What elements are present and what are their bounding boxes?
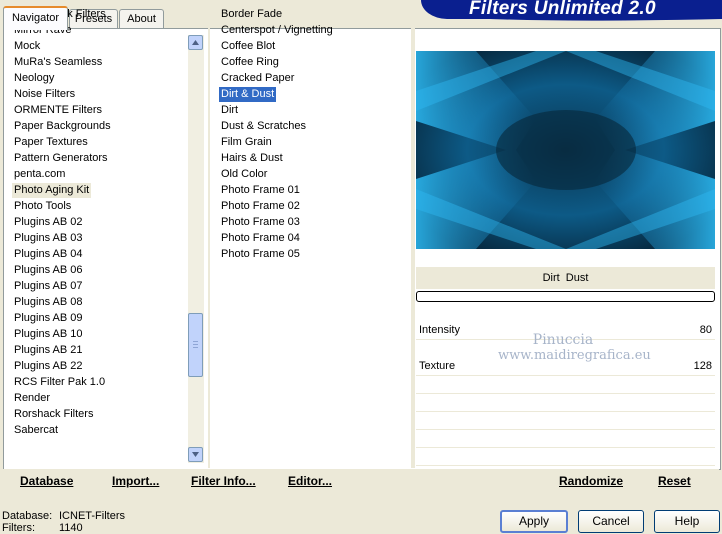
param-row-empty xyxy=(416,447,715,466)
watermark-url: www.maidiregrafica.eu xyxy=(498,348,651,363)
filter-item[interactable]: Border Fade xyxy=(219,7,284,22)
filter-item[interactable]: Cracked Paper xyxy=(219,71,296,86)
param-row-empty xyxy=(416,393,715,412)
category-item[interactable]: Plugins AB 22 xyxy=(12,359,85,374)
arrow-up-icon xyxy=(192,40,199,45)
preview-divider xyxy=(411,28,415,468)
randomize-link[interactable]: Randomize xyxy=(559,474,623,488)
category-item[interactable]: Photo Aging Kit xyxy=(12,183,92,198)
category-item[interactable]: Plugins AB 03 xyxy=(12,231,85,246)
scroll-down-button[interactable] xyxy=(188,447,203,462)
status-filters-label: Filters: xyxy=(2,522,35,534)
editor-link[interactable]: Editor... xyxy=(288,474,332,488)
category-item[interactable]: Plugins AB 08 xyxy=(12,295,85,310)
category-item[interactable]: MuRa's Seamless xyxy=(12,55,104,70)
filter-info-link[interactable]: Filter Info... xyxy=(191,474,256,488)
filter-list[interactable]: Border Fade Centerspot / Vignetting Coffee… xyxy=(219,7,409,263)
param-value: 128 xyxy=(693,360,712,372)
category-item[interactable]: Plugins AB 02 xyxy=(12,215,85,230)
filter-item[interactable]: Centerspot / Vignetting xyxy=(219,23,335,38)
import-link[interactable]: Import... xyxy=(112,474,159,488)
status-filters-value: 1140 xyxy=(59,522,83,534)
category-item[interactable]: Plugins AB 07 xyxy=(12,279,85,294)
category-item[interactable]: ORMENTE Filters xyxy=(12,103,104,118)
arrow-down-icon xyxy=(192,452,199,457)
param-value: 80 xyxy=(699,324,712,336)
param-row-empty xyxy=(416,411,715,430)
filter-item[interactable]: Photo Frame 01 xyxy=(219,183,302,198)
filter-name-label: Dirt Dust xyxy=(416,267,715,289)
tab-navigator[interactable]: Navigator xyxy=(3,6,68,30)
banner-swoosh xyxy=(451,17,722,21)
apply-button[interactable]: Apply xyxy=(500,510,568,533)
filter-item[interactable]: Photo Frame 03 xyxy=(219,215,302,230)
category-item[interactable]: Render xyxy=(12,391,52,406)
filter-item[interactable]: Dust & Scratches xyxy=(219,119,308,134)
category-item[interactable]: Plugins AB 10 xyxy=(12,327,85,342)
category-item[interactable]: Paper Backgrounds xyxy=(12,119,113,134)
filter-item[interactable]: Coffee Blot xyxy=(219,39,277,54)
filter-item[interactable]: Coffee Ring xyxy=(219,55,281,70)
watermark-name: Pinuccia xyxy=(532,332,594,348)
category-item[interactable]: Plugins AB 06 xyxy=(12,263,85,278)
filter-item[interactable]: Old Color xyxy=(219,167,269,182)
status-database-value: ICNET-Filters xyxy=(59,510,125,522)
status-database-label: Database: xyxy=(2,510,53,522)
category-item[interactable]: Neology xyxy=(12,71,56,86)
scroll-up-button[interactable] xyxy=(188,35,203,50)
category-item[interactable]: RCS Filter Pak 1.0 xyxy=(12,375,107,390)
category-item[interactable]: Photo Tools xyxy=(12,199,73,214)
database-link[interactable]: Database xyxy=(20,474,73,488)
param-label: Texture xyxy=(419,360,456,372)
category-item[interactable]: Plugins AB 09 xyxy=(12,311,85,326)
param-row-empty xyxy=(416,429,715,448)
category-item[interactable]: Rorshack Filters xyxy=(12,407,95,422)
status-filters: Filters: 1140 xyxy=(2,522,202,534)
category-list[interactable]: MediaSpark FiltersMirror RaveMockMuRa's … xyxy=(12,7,186,436)
category-item[interactable]: Mock xyxy=(12,39,42,54)
column-divider xyxy=(208,28,210,468)
reset-link[interactable]: Reset xyxy=(658,474,691,488)
category-scrollbar[interactable] xyxy=(187,35,204,463)
help-button[interactable]: Help xyxy=(654,510,720,533)
parameter-list: Intensity 80 Texture 128 xyxy=(416,304,715,466)
category-item[interactable]: Noise Filters xyxy=(12,87,77,102)
watermark: Pinuccia www.maidiregrafica.eu xyxy=(498,332,651,382)
category-item[interactable]: Plugins AB 21 xyxy=(12,343,85,358)
category-item[interactable]: penta.com xyxy=(12,167,67,182)
param-label: Intensity xyxy=(419,324,460,336)
category-item[interactable]: Paper Textures xyxy=(12,135,90,150)
filter-item[interactable]: Film Grain xyxy=(219,135,274,150)
filter-item[interactable]: Photo Frame 05 xyxy=(219,247,302,262)
cancel-button[interactable]: Cancel xyxy=(578,510,644,533)
filter-item[interactable]: Hairs & Dust xyxy=(219,151,285,166)
scroll-thumb[interactable] xyxy=(188,313,203,377)
category-item[interactable]: Plugins AB 04 xyxy=(12,247,85,262)
category-item[interactable]: Pattern Generators xyxy=(12,151,110,166)
filter-preview-image xyxy=(416,51,715,249)
filter-item[interactable]: Photo Frame 04 xyxy=(219,231,302,246)
bottom-link-bar: Database Import... Filter Info... Editor… xyxy=(3,469,719,493)
filter-item[interactable]: Dirt & Dust xyxy=(219,87,277,102)
filter-item[interactable]: Photo Frame 02 xyxy=(219,199,302,214)
progress-bar xyxy=(416,291,715,302)
filter-item[interactable]: Dirt xyxy=(219,103,240,118)
category-item[interactable]: Sabercat xyxy=(12,423,60,438)
